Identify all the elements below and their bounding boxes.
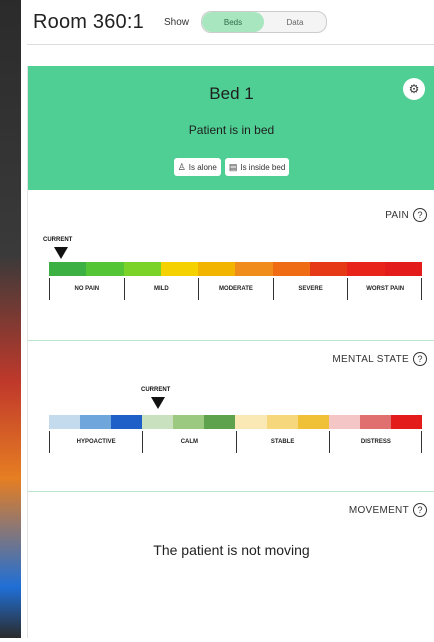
pain-color-segment	[272, 262, 311, 276]
mental-level-label: CALM	[142, 431, 235, 453]
chip-alone-label: Is alone	[188, 162, 217, 172]
pain-color-segment	[384, 262, 422, 276]
pain-section: PAIN ? CURRENT NO PAIN MILD MODERATE SEVERE…	[28, 190, 434, 341]
mental-color-segment	[49, 415, 81, 429]
pain-scale	[49, 262, 422, 276]
pain-color-segment	[160, 262, 199, 276]
background-window-strip	[0, 0, 21, 638]
pain-level-label: MILD	[123, 278, 199, 300]
chip-alone: ♙ Is alone	[173, 158, 221, 176]
mental-scale	[49, 415, 422, 429]
bed-title: Bed 1	[209, 84, 254, 103]
bed-icon: ▤	[228, 161, 238, 172]
help-icon[interactable]: ?	[413, 352, 427, 366]
pain-level-label: WORST PAIN	[347, 278, 422, 300]
mental-section: MENTAL STATE ? CURRENT HYPOACTIVE CALM STA…	[28, 341, 434, 492]
mental-level-label: STABLE	[235, 431, 329, 453]
mental-current-arrow	[151, 397, 165, 409]
mental-level-label: DISTRESS	[328, 431, 422, 453]
mental-level-label: HYPOACTIVE	[49, 431, 142, 453]
movement-title: MOVEMENT	[348, 505, 409, 516]
chip-inside-bed-label: Is inside bed	[240, 162, 286, 172]
mental-color-segment	[266, 415, 298, 429]
pain-current-arrow	[54, 247, 68, 259]
mental-scale-end	[421, 431, 422, 453]
mental-color-segment	[80, 415, 112, 429]
pain-color-segment	[86, 262, 124, 276]
mental-color-segment	[173, 415, 205, 429]
toggle-beds[interactable]: Beds	[201, 12, 264, 32]
movement-section: MOVEMENT ? The patient is not moving	[28, 492, 434, 642]
help-icon[interactable]: ?	[413, 208, 427, 222]
pain-level-label: NO PAIN	[49, 278, 124, 300]
pain-labels: NO PAIN MILD MODERATE SEVERE WORST PAIN	[49, 278, 422, 300]
pain-scale-end	[421, 278, 422, 300]
room-title: Room 360:1	[33, 10, 144, 33]
pain-current-label: CURRENT	[43, 237, 73, 243]
chip-inside-bed: ▤ Is inside bed	[224, 158, 290, 176]
pain-title: PAIN	[385, 210, 409, 221]
pain-color-segment	[123, 262, 161, 276]
mental-labels: HYPOACTIVE CALM STABLE DISTRESS	[49, 431, 422, 453]
person-icon: ♙	[177, 161, 186, 172]
toggle-data[interactable]: Data	[264, 12, 326, 32]
mental-color-segment	[328, 415, 360, 429]
gear-icon[interactable]: ⚙	[403, 78, 425, 100]
pain-color-segment	[235, 262, 273, 276]
mental-current-label: CURRENT	[141, 387, 171, 393]
header-bar: Room 360:1 Show Beds Data	[27, 0, 434, 45]
mental-color-segment	[111, 415, 143, 429]
movement-message: The patient is not moving	[153, 542, 310, 558]
mental-title: MENTAL STATE	[332, 354, 409, 365]
help-icon[interactable]: ?	[413, 503, 427, 517]
mental-color-segment	[390, 415, 422, 429]
pain-color-segment	[198, 262, 236, 276]
view-toggle: Beds Data	[200, 11, 327, 33]
bed-card: Bed 1 Patient is in bed ⚙ ♙ Is alone ▤ I…	[28, 66, 434, 190]
mental-color-segment	[297, 415, 329, 429]
pain-level-label: SEVERE	[272, 278, 348, 300]
pain-level-label: MODERATE	[198, 278, 273, 300]
bed-panel: Bed 1 Patient is in bed ⚙ ♙ Is alone ▤ I…	[27, 66, 434, 638]
mental-color-segment	[235, 415, 267, 429]
show-label: Show	[163, 16, 189, 28]
bed-status: Patient is in bed	[188, 123, 275, 137]
pain-color-segment	[310, 262, 348, 276]
mental-color-segment	[142, 415, 174, 429]
mental-color-segment	[204, 415, 236, 429]
pain-color-segment	[347, 262, 385, 276]
pain-color-segment	[49, 262, 87, 276]
bed-chips: ♙ Is alone ▤ Is inside bed	[28, 158, 434, 176]
mental-color-segment	[359, 415, 391, 429]
